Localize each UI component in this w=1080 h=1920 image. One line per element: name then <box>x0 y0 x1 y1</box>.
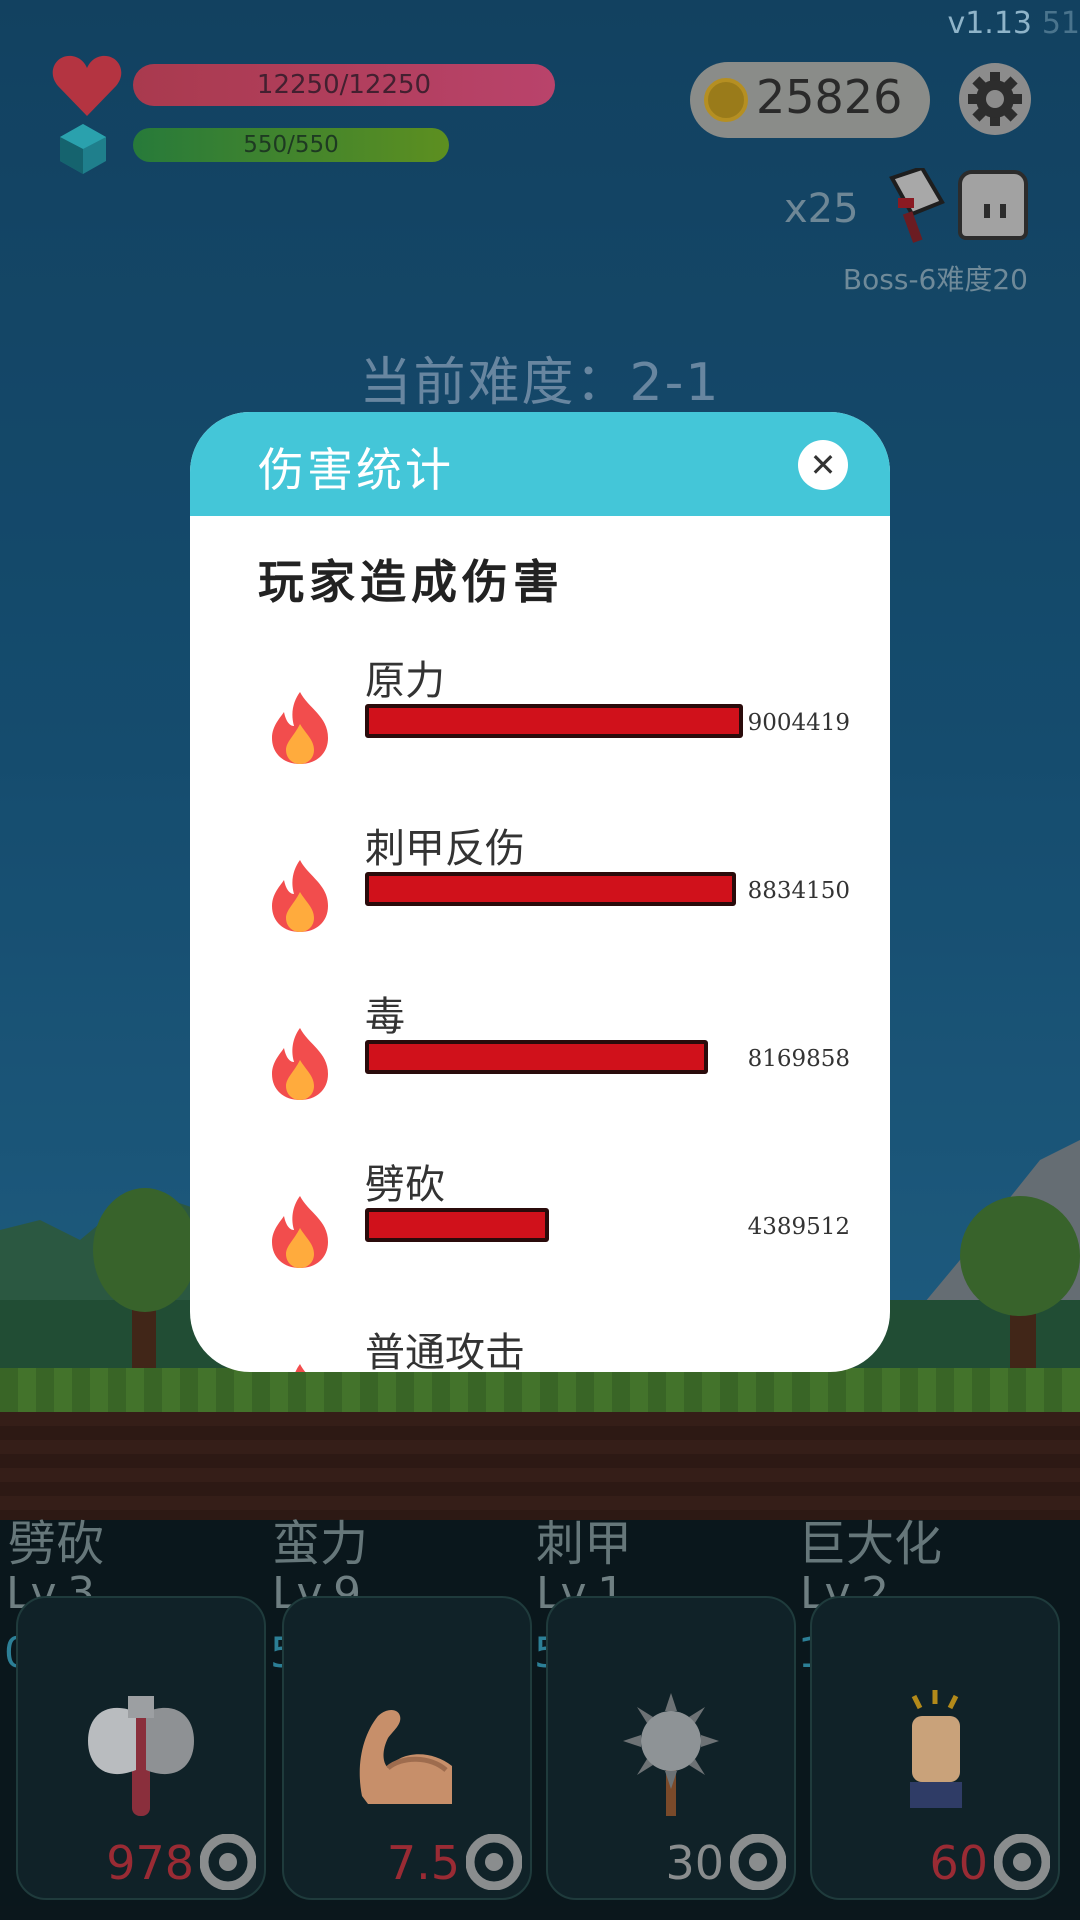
damage-row: 毒 8169858 <box>190 988 890 1128</box>
skill-name-1: 蛮力 <box>272 1516 369 1572</box>
damage-source-name: 毒 <box>365 994 405 1040</box>
damage-source-name: 劈砍 <box>365 1162 445 1208</box>
mana-gem-icon <box>60 124 106 174</box>
mp-bar: 550/550 <box>133 128 449 162</box>
skill-card-2[interactable]: 30 <box>546 1596 796 1900</box>
axe-icon <box>88 1696 194 1816</box>
hp-bar: 12250/12250 <box>133 64 555 106</box>
damage-row: 劈砍 4389512 <box>190 1156 890 1296</box>
version-label: v1.13 <box>947 6 1032 41</box>
skill-card-1[interactable]: 7.5 <box>282 1596 532 1900</box>
skill-cost-2: 30 <box>665 1836 724 1890</box>
upgrade-cycle-icon <box>466 1834 522 1890</box>
fire-icon <box>272 692 328 764</box>
damage-row: 普通攻击 <box>190 1324 890 1372</box>
upgrade-cycle-icon <box>730 1834 786 1890</box>
coin-counter: 25826 <box>690 62 930 138</box>
fire-icon <box>272 1028 328 1100</box>
damage-bar <box>365 1208 549 1242</box>
skill-cost-0: 978 <box>106 1836 194 1890</box>
modal-title: 伤害统计 <box>258 443 454 497</box>
skill-name-3: 巨大化 <box>798 1516 943 1572</box>
fire-icon <box>295 1364 306 1372</box>
cleaver-icon <box>889 168 945 243</box>
damage-value: 4389512 <box>747 1214 850 1240</box>
settings-gear-icon[interactable] <box>958 62 1032 136</box>
muscle-arm-icon <box>359 1710 452 1804</box>
damage-value: 9004419 <box>747 710 850 736</box>
damage-source-name: 普通攻击 <box>365 1330 525 1372</box>
damage-bar <box>365 872 736 906</box>
spiked-ball-icon <box>623 1693 719 1816</box>
boss-progress-label: Boss-6难度20 <box>842 263 1028 296</box>
skill-cost-1: 7.5 <box>386 1836 460 1890</box>
fire-icon <box>272 860 328 932</box>
damage-row: 刺甲反伤 8834150 <box>190 820 890 960</box>
fire-icon <box>272 1196 328 1268</box>
close-icon: ✕ <box>809 446 837 484</box>
skill-name-0: 劈砍 <box>8 1516 105 1572</box>
section-title: 玩家造成伤害 <box>258 555 564 609</box>
damage-bar <box>365 704 743 738</box>
damage-source-name: 刺甲反伤 <box>365 826 525 872</box>
skill-card-3[interactable]: 60 <box>810 1596 1060 1900</box>
fist-grow-icon <box>910 1690 962 1808</box>
upgrade-cycle-icon <box>200 1834 256 1890</box>
damage-source-name: 原力 <box>365 658 445 704</box>
kill-count: x25 <box>784 186 859 232</box>
damage-stats-modal: 伤害统计 ✕ 玩家造成伤害 原力 9004419 刺甲反伤 8834150 毒 81698… <box>190 412 890 1372</box>
damage-value: 8834150 <box>747 878 850 904</box>
ghost-enemy-icon <box>958 170 1028 240</box>
coin-icon <box>704 78 748 122</box>
damage-bar <box>365 1040 708 1074</box>
skill-cost-3: 60 <box>929 1836 988 1890</box>
skill-card-0[interactable]: 978 <box>16 1596 266 1900</box>
fps-counter: 51 <box>1041 6 1080 41</box>
upgrade-cycle-icon <box>994 1834 1050 1890</box>
close-button[interactable]: ✕ <box>798 440 848 490</box>
skill-name-2: 刺甲 <box>536 1516 633 1572</box>
coin-amount: 25826 <box>756 70 903 124</box>
heart-icon <box>52 55 122 116</box>
damage-row: 原力 9004419 <box>190 652 890 792</box>
current-difficulty: 当前难度：2-1 <box>359 353 721 413</box>
damage-value: 8169858 <box>747 1046 850 1072</box>
modal-header: 伤害统计 ✕ <box>190 412 890 516</box>
